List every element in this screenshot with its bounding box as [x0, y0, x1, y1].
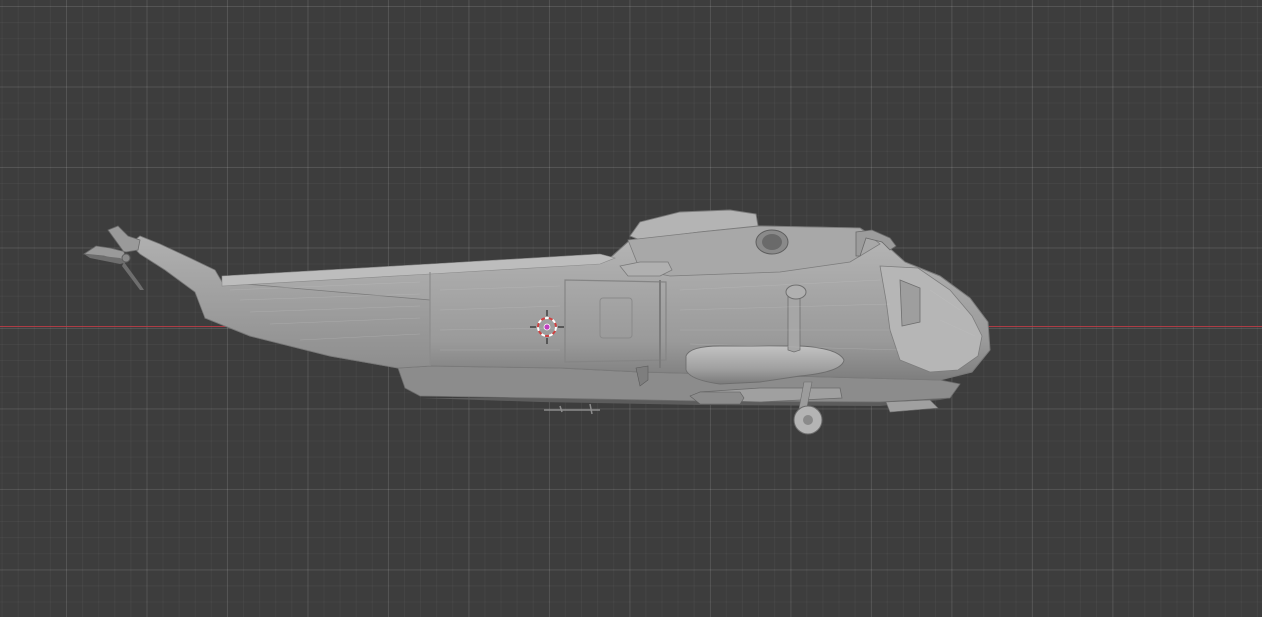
- engine-intake-inner: [762, 234, 782, 250]
- strut-cap: [785, 284, 807, 300]
- helicopter-model[interactable]: [0, 0, 1262, 617]
- underside-antenna: [544, 403, 600, 415]
- 3d-viewport[interactable]: [0, 0, 1262, 617]
- object-origin-icon: [543, 323, 551, 331]
- tail-rotor-blade-lower: [122, 262, 144, 290]
- tail-boom: [129, 235, 431, 369]
- pod-strut: [787, 295, 801, 353]
- torpedo: [689, 391, 745, 405]
- upper-tube: [619, 261, 673, 277]
- cockpit-window: [899, 279, 921, 327]
- wheel-hub: [803, 415, 813, 425]
- nose-chin: [885, 399, 939, 413]
- tail-rotor-center: [121, 253, 131, 263]
